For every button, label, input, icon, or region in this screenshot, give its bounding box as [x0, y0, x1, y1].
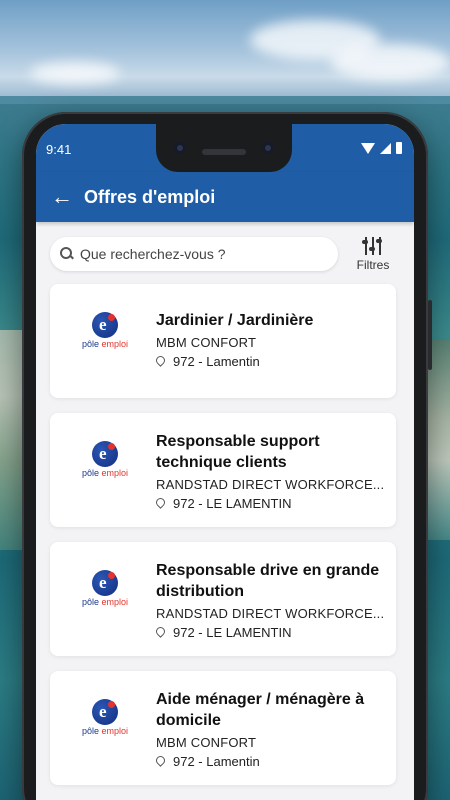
- job-title: Responsable support technique clients: [156, 433, 320, 471]
- page-title: Offres d'emploi: [84, 186, 216, 207]
- sliders-icon: [362, 236, 383, 255]
- job-title: Responsable drive en grande distribution: [156, 562, 380, 600]
- filters-button[interactable]: Filtres: [348, 236, 398, 272]
- job-location: 972 - Lamentin: [173, 354, 260, 369]
- job-location: 972 - LE LAMENTIN: [173, 625, 292, 640]
- job-company: RANDSTAD DIRECT WORKFORCE...: [156, 606, 385, 621]
- job-card[interactable]: e pôle emploi Aide ménager / ménagère à …: [50, 671, 396, 785]
- job-title: Aide ménager / ménagère à domicile: [156, 691, 365, 729]
- job-card[interactable]: e pôle emploi Responsable drive en grand…: [50, 542, 396, 656]
- background-sky: [0, 0, 450, 96]
- location-pin-icon: [156, 356, 166, 368]
- filters-label: Filtres: [356, 257, 390, 272]
- pole-emploi-logo: e pôle emploi: [80, 570, 130, 618]
- job-location: 972 - LE LAMENTIN: [173, 496, 292, 511]
- location-pin-icon: [156, 498, 166, 510]
- phone-screen: 9:41 ← Offres d'emploi Que recherchez-vo…: [36, 124, 414, 800]
- wifi-icon: [361, 142, 375, 154]
- battery-icon: [396, 142, 402, 154]
- pole-emploi-logo: e pôle emploi: [80, 312, 130, 360]
- job-company: MBM CONFORT: [156, 335, 257, 350]
- back-button[interactable]: ←: [42, 172, 82, 222]
- arrow-left-icon: ←: [51, 184, 73, 209]
- job-card[interactable]: e pôle emploi Jardinier / Jardinière MBM…: [50, 284, 396, 398]
- job-title: Jardinier / Jardinière: [156, 312, 314, 329]
- location-pin-icon: [156, 756, 166, 768]
- location-pin-icon: [156, 627, 166, 639]
- search-bar[interactable]: [50, 237, 338, 271]
- speaker-grille: [202, 149, 246, 155]
- background-horizon: [0, 96, 450, 104]
- job-company: MBM CONFORT: [156, 735, 257, 750]
- job-list: e pôle emploi Jardinier / Jardinière MBM…: [50, 284, 396, 800]
- pole-emploi-logo: e pôle emploi: [80, 699, 130, 747]
- status-icons: [361, 142, 402, 154]
- search-icon: [60, 247, 74, 261]
- app-bar: ← Offres d'emploi: [36, 172, 414, 222]
- status-time: 9:41: [46, 142, 72, 157]
- search-row: Filtres: [50, 234, 400, 274]
- camera-notch: [156, 124, 292, 172]
- cloud: [330, 44, 450, 80]
- camera-icon: [262, 142, 274, 154]
- job-card[interactable]: e pôle emploi Responsable support techni…: [50, 413, 396, 527]
- pole-emploi-logo: e pôle emploi: [80, 441, 130, 489]
- camera-icon: [174, 142, 186, 154]
- job-location: 972 - Lamentin: [173, 754, 260, 769]
- job-company: RANDSTAD DIRECT WORKFORCE...: [156, 477, 385, 492]
- cloud: [30, 62, 120, 84]
- phone-side-button: [428, 300, 432, 370]
- signal-icon: [380, 142, 391, 154]
- search-input[interactable]: [80, 246, 320, 262]
